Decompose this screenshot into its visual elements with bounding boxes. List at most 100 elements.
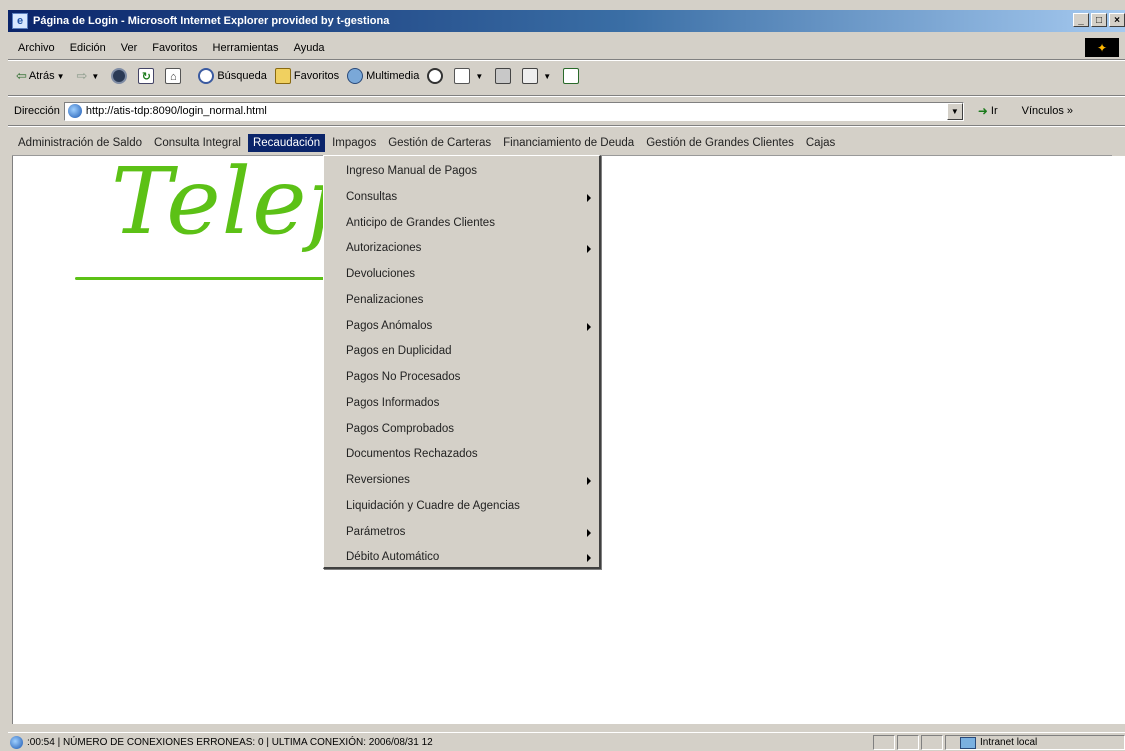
submenu-arrow-icon xyxy=(587,245,591,254)
menubar-divider xyxy=(8,59,1125,61)
menu-herramientas[interactable]: Herramientas xyxy=(205,42,286,54)
menu-item-pagos-no-procesados[interactable]: Pagos No Procesados xyxy=(324,365,599,391)
address-dropdown-icon[interactable]: ▼ xyxy=(946,102,963,120)
refresh-icon: ↻ xyxy=(138,68,155,84)
submenu-arrow-icon xyxy=(587,193,591,202)
back-button[interactable]: ⇦ Atrás ▼ xyxy=(16,68,69,84)
menu-item-label: Pagos Comprobados xyxy=(346,422,455,435)
forward-button[interactable]: ⇨ ▼ xyxy=(77,68,104,84)
menu-item-debito-automatico[interactable]: Débito Automático xyxy=(324,545,599,571)
favorites-label: Favoritos xyxy=(293,70,340,82)
menu-item-pagos-informados[interactable]: Pagos Informados xyxy=(324,391,599,417)
menu-item-autorizaciones[interactable]: Autorizaciones xyxy=(324,236,599,262)
logo-underline xyxy=(75,277,335,280)
print-icon xyxy=(495,68,512,84)
menu-item-pagos-en-duplicidad[interactable]: Pagos en Duplicidad xyxy=(324,339,599,365)
back-label: Atrás xyxy=(28,70,55,82)
nav-impagos[interactable]: Impagos xyxy=(327,134,381,152)
menu-item-documentos-rechazados[interactable]: Documentos Rechazados xyxy=(324,442,599,468)
browser-window: e Página de Login - Microsoft Internet E… xyxy=(0,0,1125,751)
forward-dropdown-icon[interactable]: ▼ xyxy=(91,72,99,81)
menu-item-label: Penalizaciones xyxy=(346,293,424,306)
menu-item-label: Parámetros xyxy=(346,525,406,538)
address-bar: Dirección http://atis-tdp:8090/login_nor… xyxy=(8,100,1125,122)
nav-gestion-de-carteras[interactable]: Gestión de Carteras xyxy=(383,134,496,152)
nav-administracion-de-saldo[interactable]: Administración de Saldo xyxy=(12,134,147,152)
title-bar[interactable]: e Página de Login - Microsoft Internet E… xyxy=(8,10,1125,32)
media-button[interactable]: Multimedia xyxy=(347,68,419,84)
search-button[interactable]: Búsqueda xyxy=(198,68,267,84)
maximize-button[interactable]: □ xyxy=(1091,13,1107,27)
toolbar-divider xyxy=(8,95,1125,97)
menu-item-parametros[interactable]: Parámetros xyxy=(324,520,599,546)
menu-item-liquidacion-y-cuadre[interactable]: Liquidación y Cuadre de Agencias xyxy=(324,494,599,520)
links-button[interactable]: Vínculos » xyxy=(1022,105,1073,117)
menu-item-label: Autorizaciones xyxy=(346,242,422,255)
menu-item-penalizaciones[interactable]: Penalizaciones xyxy=(324,288,599,314)
history-icon xyxy=(427,68,444,84)
stop-button[interactable] xyxy=(111,68,130,84)
menu-ayuda[interactable]: Ayuda xyxy=(286,42,332,54)
print-button[interactable] xyxy=(495,68,514,84)
menu-item-label: Pagos No Procesados xyxy=(346,371,461,383)
refresh-button[interactable]: ↻ xyxy=(138,68,157,84)
go-label: Ir xyxy=(990,105,998,117)
app-nav-bar: Administración de Saldo Consulta Integra… xyxy=(12,131,1112,156)
mail-dropdown-icon[interactable]: ▼ xyxy=(475,72,483,81)
ie-page-icon: e xyxy=(12,13,28,29)
status-panel-2 xyxy=(897,735,919,750)
address-input[interactable]: http://atis-tdp:8090/login_normal.html ▼ xyxy=(63,101,964,121)
edit-button[interactable]: ▼ xyxy=(522,68,555,84)
page-globe-icon xyxy=(67,104,82,118)
addressbar-divider xyxy=(8,125,1125,127)
menu-item-anticipo-de-grandes-clientes[interactable]: Anticipo de Grandes Clientes xyxy=(324,211,599,237)
menu-item-pagos-anomalos[interactable]: Pagos Anómalos xyxy=(324,314,599,340)
menu-archivo[interactable]: Archivo xyxy=(8,42,62,54)
security-zone[interactable]: Intranet local xyxy=(945,735,1125,750)
nav-gestion-de-grandes-clientes[interactable]: Gestión de Grandes Clientes xyxy=(641,134,799,152)
status-panels: Intranet local xyxy=(871,735,1125,750)
submenu-arrow-icon xyxy=(587,554,591,563)
menu-item-consultas[interactable]: Consultas xyxy=(324,185,599,211)
forward-arrow-icon: ⇨ xyxy=(76,68,88,83)
address-url[interactable]: http://atis-tdp:8090/login_normal.html xyxy=(86,105,267,117)
discuss-button[interactable] xyxy=(563,68,582,84)
edit-dropdown-icon[interactable]: ▼ xyxy=(543,72,551,81)
menu-item-reversiones[interactable]: Reversiones xyxy=(324,468,599,494)
search-label: Búsqueda xyxy=(217,70,267,82)
recaudacion-dropdown-menu: Ingreso Manual de Pagos Consultas Antici… xyxy=(323,155,601,569)
menu-item-label: Pagos en Duplicidad xyxy=(346,345,452,358)
menu-item-ingreso-manual-de-pagos[interactable]: Ingreso Manual de Pagos xyxy=(324,159,599,185)
menu-item-devoluciones[interactable]: Devoluciones xyxy=(324,262,599,288)
menu-ver[interactable]: Ver xyxy=(113,42,145,54)
menu-item-label: Liquidación y Cuadre de Agencias xyxy=(346,499,520,512)
home-button[interactable]: ⌂ xyxy=(165,68,184,84)
menu-edicion[interactable]: Edición xyxy=(62,42,113,54)
favorites-button[interactable]: Favoritos xyxy=(274,68,340,84)
go-button[interactable]: ➜ Ir xyxy=(978,104,998,118)
go-arrow-icon: ➜ xyxy=(977,104,988,118)
nav-financiamiento-de-deuda[interactable]: Financiamiento de Deuda xyxy=(498,134,639,152)
minimize-button[interactable]: _ xyxy=(1073,13,1089,27)
menu-item-label: Pagos Anómalos xyxy=(346,319,433,332)
nav-recaudacion[interactable]: Recaudación xyxy=(247,134,326,152)
menu-item-label: Documentos Rechazados xyxy=(346,448,478,461)
submenu-arrow-icon xyxy=(587,322,591,331)
menu-item-label: Devoluciones xyxy=(346,268,416,280)
back-dropdown-icon[interactable]: ▼ xyxy=(57,72,65,81)
back-arrow-icon: ⇦ xyxy=(16,68,27,83)
nav-consulta-integral[interactable]: Consulta Integral xyxy=(149,134,246,152)
menu-item-label: Consultas xyxy=(346,190,398,203)
window-title: Página de Login - Microsoft Internet Exp… xyxy=(33,15,390,27)
close-button[interactable]: × xyxy=(1109,13,1125,27)
mail-button[interactable]: ▼ xyxy=(454,68,487,84)
discuss-icon xyxy=(563,68,580,84)
status-panel-3 xyxy=(921,735,943,750)
menu-item-pagos-comprobados[interactable]: Pagos Comprobados xyxy=(324,417,599,443)
mail-icon xyxy=(454,68,471,84)
menu-item-label: Débito Automático xyxy=(346,551,440,564)
history-button[interactable] xyxy=(427,68,446,84)
status-panel-1 xyxy=(873,735,895,750)
nav-cajas[interactable]: Cajas xyxy=(801,134,840,152)
menu-favoritos[interactable]: Favoritos xyxy=(144,42,204,54)
